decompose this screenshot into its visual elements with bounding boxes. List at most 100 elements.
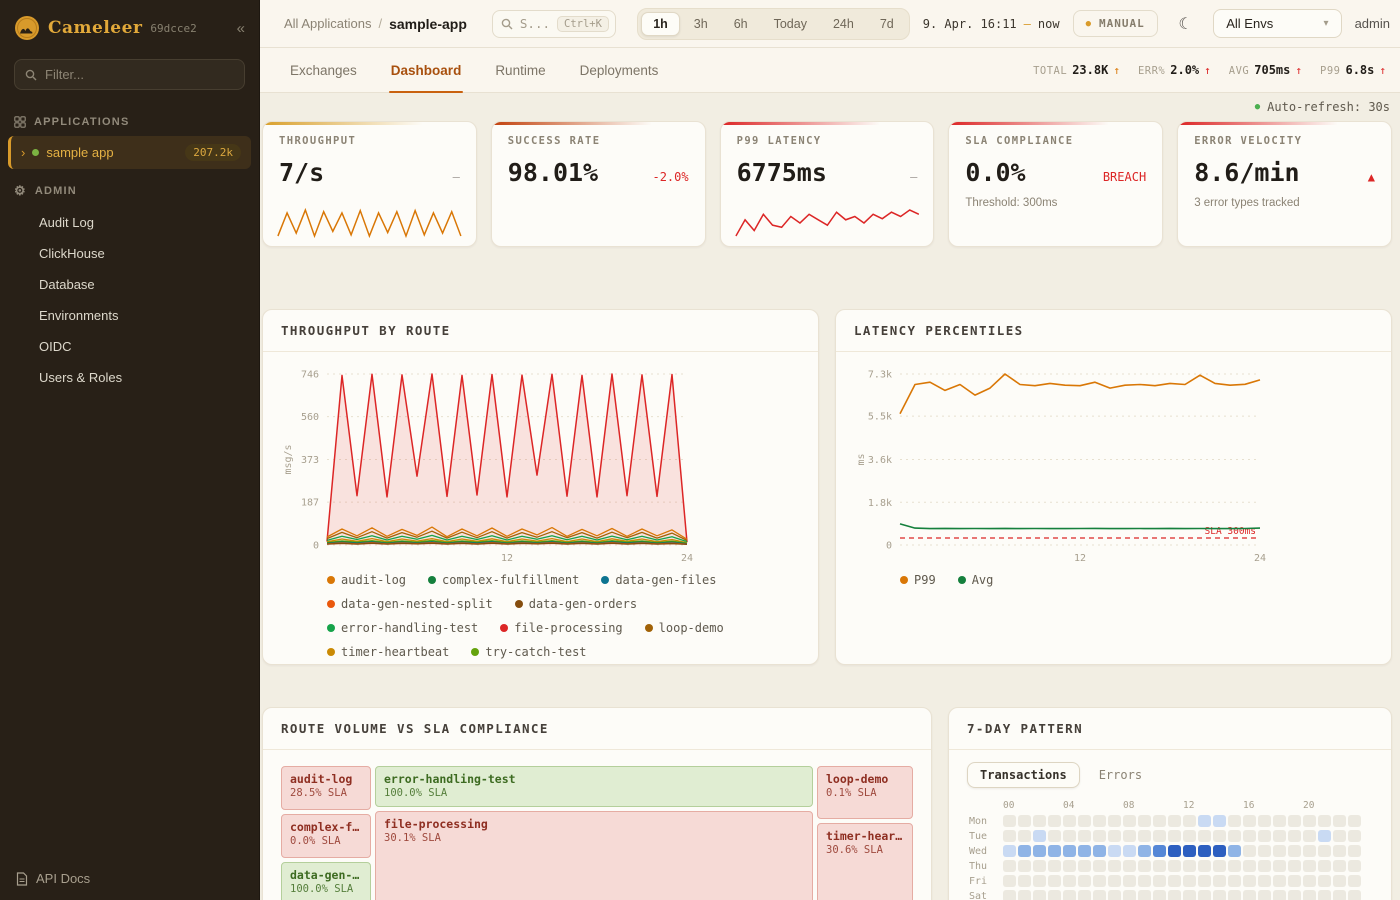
legend-item-p99[interactable]: P99 <box>900 573 936 587</box>
heatmap-cell <box>1138 845 1151 857</box>
sidebar-item-environments[interactable]: Environments <box>0 300 259 331</box>
heatmap-hour-label <box>1033 800 1046 812</box>
heatmap-cell <box>1198 815 1211 827</box>
legend-dot <box>601 576 609 584</box>
svg-text:24: 24 <box>681 553 693 564</box>
sidebar-item-users-roles[interactable]: Users & Roles <box>0 362 259 393</box>
legend-item-data-gen-files[interactable]: data-gen-files <box>601 573 716 587</box>
heatmap-cell <box>1033 845 1046 857</box>
global-search[interactable]: S... Ctrl+K <box>492 10 616 38</box>
svg-text:373: 373 <box>301 455 319 466</box>
metric-value: 23.8K <box>1072 63 1108 77</box>
date-range-picker[interactable]: 9. Apr. 16:11 – now <box>923 17 1060 31</box>
tab-dashboard[interactable]: Dashboard <box>389 48 464 92</box>
sidebar-filter[interactable] <box>14 59 245 90</box>
svg-text:746: 746 <box>301 370 319 381</box>
panel-title-heatmap: 7-DAY PATTERN <box>949 708 1391 750</box>
legend-item-complex-fulfillment[interactable]: complex-fulfillment <box>428 573 579 587</box>
env-selector[interactable]: All Envs ▾ <box>1213 9 1341 38</box>
time-range-24h[interactable]: 24h <box>821 12 866 36</box>
manual-refresh-button[interactable]: ● MANUAL <box>1073 10 1158 37</box>
sidebar-item-oidc[interactable]: OIDC <box>0 331 259 362</box>
theme-toggle-button[interactable]: ☾ <box>1171 9 1201 39</box>
breadcrumb-all-applications[interactable]: All Applications <box>284 16 371 31</box>
route-name: data-gen-files <box>290 868 362 882</box>
date-range-start: 9. Apr. 16:11 <box>923 17 1017 31</box>
treemap-node-data-gen-files[interactable]: data-gen-files100.0% SLA <box>281 862 371 900</box>
summary-metrics: TOTAL23.8K↑ERR%2.0%↑AVG705ms↑P996.8s↑ <box>1033 48 1386 92</box>
treemap-node-audit-log[interactable]: audit-log28.5% SLA <box>281 766 371 810</box>
heatmap-hour-label <box>1228 800 1241 812</box>
treemap-node-file-processing[interactable]: file-processing30.1% SLA <box>375 811 813 900</box>
heatmap-cell <box>1078 875 1091 887</box>
heatmap-cell <box>1078 845 1091 857</box>
tab-deployments[interactable]: Deployments <box>578 48 661 92</box>
legend-item-data-gen-nested-split[interactable]: data-gen-nested-split <box>327 597 493 611</box>
sidebar: Cameleer 69dcce2 « APPLICATIONS › <box>0 0 260 900</box>
sidebar-item-sample-app[interactable]: › sample app 207.2k <box>8 136 251 169</box>
heatmap-cell <box>1168 815 1181 827</box>
kpi-accent-bar <box>721 122 934 125</box>
kpi-value-row: 6775ms– <box>737 158 918 187</box>
treemap-node-loop-demo[interactable]: loop-demo0.1% SLA <box>817 766 913 819</box>
legend-item-timer-heartbeat[interactable]: timer-heartbeat <box>327 645 449 659</box>
api-docs-link[interactable]: API Docs <box>16 871 90 886</box>
message-count-badge: 207.2k <box>185 144 241 161</box>
heatmap-cell <box>1228 860 1241 872</box>
filter-input[interactable] <box>45 67 234 82</box>
sidebar-item-audit-log[interactable]: Audit Log <box>0 207 259 238</box>
sidebar-collapse-button[interactable]: « <box>237 20 245 37</box>
time-range-3h[interactable]: 3h <box>682 12 720 36</box>
legend-item-avg[interactable]: Avg <box>958 573 994 587</box>
throughput-chart-body: 74656037318701224msg/s audit-logcomplex-… <box>263 352 818 659</box>
tab-runtime[interactable]: Runtime <box>493 48 547 92</box>
time-range-7d[interactable]: 7d <box>868 12 906 36</box>
legend-item-audit-log[interactable]: audit-log <box>327 573 406 587</box>
treemap-node-complex-fulfillment[interactable]: complex-fulfillment0.0% SLA <box>281 814 371 858</box>
heatmap-cell <box>1063 815 1076 827</box>
heatmap-cell <box>1063 830 1076 842</box>
current-user[interactable]: admin <box>1355 16 1390 31</box>
legend-item-loop-demo[interactable]: loop-demo <box>645 621 724 635</box>
heatmap-cell <box>1168 890 1181 900</box>
heatmap-cell <box>1303 875 1316 887</box>
legend-item-file-processing[interactable]: file-processing <box>500 621 622 635</box>
time-range-today[interactable]: Today <box>762 12 819 36</box>
time-range-1h[interactable]: 1h <box>641 12 680 36</box>
tab-exchanges[interactable]: Exchanges <box>288 48 359 92</box>
heatmap-cell <box>1048 860 1061 872</box>
legend-item-error-handling-test[interactable]: error-handling-test <box>327 621 478 635</box>
heatmap-cell <box>1078 815 1091 827</box>
heatmap-cell <box>1153 860 1166 872</box>
legend-dot <box>428 576 436 584</box>
kpi-value-row: 0.0%BREACH <box>965 158 1146 187</box>
sidebar-item-database[interactable]: Database <box>0 269 259 300</box>
seven-day-pattern-panel: 7-DAY PATTERN TransactionsErrors 0004081… <box>948 707 1392 900</box>
heatmap-cell <box>1273 830 1286 842</box>
heatmap-cell <box>1273 875 1286 887</box>
time-range-6h[interactable]: 6h <box>722 12 760 36</box>
latency-legend: P99 Avg <box>900 573 1373 587</box>
heatmap-cell <box>1063 875 1076 887</box>
heatmap-cell <box>1018 890 1031 900</box>
toggle-transactions[interactable]: Transactions <box>967 762 1080 788</box>
toggle-errors[interactable]: Errors <box>1086 762 1155 788</box>
weekly-heatmap: 000408121620MonTueWedThuFriSatSun <box>967 800 1373 900</box>
bottom-row: ROUTE VOLUME VS SLA COMPLIANCE audit-log… <box>262 707 1392 900</box>
legend-item-data-gen-orders[interactable]: data-gen-orders <box>515 597 637 611</box>
heatmap-cell <box>1108 875 1121 887</box>
treemap-node-error-handling-test[interactable]: error-handling-test100.0% SLA <box>375 766 813 807</box>
route-sla-value: 30.6% SLA <box>826 844 904 856</box>
charts-row: THROUGHPUT BY ROUTE 74656037318701224msg… <box>262 309 1392 665</box>
heatmap-cell <box>1183 845 1196 857</box>
heatmap-cell <box>1123 845 1136 857</box>
legend-item-try-catch-test[interactable]: try-catch-test <box>471 645 586 659</box>
sidebar-item-clickhouse[interactable]: ClickHouse <box>0 238 259 269</box>
time-range-group: 1h3h6hToday24h7d <box>637 8 910 40</box>
heatmap-cell <box>1123 890 1136 900</box>
heatmap-cell <box>1333 815 1346 827</box>
treemap-node-timer-heartbeat[interactable]: timer-heartbeat30.6% SLA <box>817 823 913 900</box>
heatmap-hour-label <box>1018 800 1031 812</box>
heatmap-cell <box>1048 875 1061 887</box>
heatmap-hour-label: 12 <box>1183 800 1196 812</box>
